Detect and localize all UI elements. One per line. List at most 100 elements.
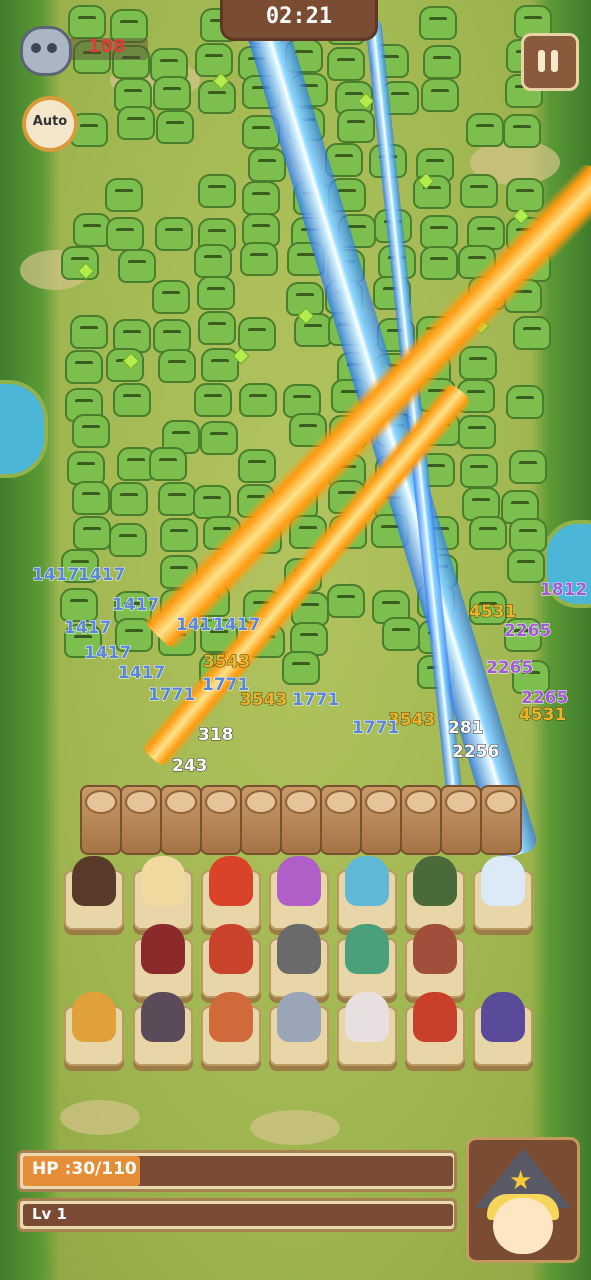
goblin-enemy [327, 47, 365, 81]
hero-unit [481, 856, 525, 906]
damage-number: 281 [448, 718, 484, 739]
goblin-enemy [200, 421, 238, 455]
goblin-enemy [507, 549, 545, 583]
goblin-enemy [198, 311, 236, 345]
damage-number: 1771 [147, 685, 196, 706]
hero-slot[interactable] [405, 992, 465, 1066]
goblin-enemy [201, 348, 239, 382]
skull-icon [20, 26, 72, 76]
damage-number: 1417 [212, 615, 261, 636]
damage-number: 1417 [63, 618, 112, 639]
log [320, 785, 362, 855]
hero-slot[interactable] [405, 856, 465, 930]
pause-icon [538, 50, 545, 72]
goblin-enemy [195, 43, 233, 77]
hero-slot[interactable] [337, 924, 397, 998]
xp-bar-track [23, 1204, 453, 1226]
hero-unit [209, 856, 253, 906]
goblin-enemy [193, 485, 231, 519]
goblin-enemy [506, 178, 544, 212]
goblin-enemy [153, 319, 191, 353]
goblin-enemy [503, 114, 541, 148]
goblin-enemy [67, 451, 105, 485]
hero-slot[interactable] [201, 924, 261, 998]
hero-unit [413, 992, 457, 1042]
log [280, 785, 322, 855]
goblin-enemy [458, 415, 496, 449]
hero-slot[interactable] [133, 992, 193, 1066]
hero-unit [141, 856, 185, 906]
log [200, 785, 242, 855]
goblin-enemy [109, 523, 147, 557]
pause-button[interactable] [521, 33, 579, 91]
log-barricade [80, 785, 522, 855]
goblin-enemy [106, 348, 144, 382]
goblin-enemy [327, 584, 365, 618]
goblin-enemy [110, 482, 148, 516]
goblin-enemy [506, 385, 544, 419]
goblin-enemy [117, 106, 155, 140]
goblin-enemy [382, 617, 420, 651]
auto-button[interactable]: Auto [22, 96, 78, 152]
damage-number: 2265 [520, 688, 569, 709]
goblin-enemy [155, 217, 193, 251]
damage-number: 1417 [111, 595, 160, 616]
log [400, 785, 442, 855]
hero-unit [345, 856, 389, 906]
goblin-enemy [282, 651, 320, 685]
goblin-enemy [469, 516, 507, 550]
dirt-patch [60, 1100, 140, 1135]
goblin-enemy [513, 316, 551, 350]
damage-number: 243 [172, 756, 208, 777]
damage-number: 1417 [117, 663, 166, 684]
damage-number: 1417 [77, 565, 126, 586]
goblin-enemy [149, 447, 187, 481]
damage-number: 1812 [539, 580, 588, 601]
hero-slot[interactable] [133, 856, 193, 930]
hero-slot[interactable] [64, 856, 124, 930]
level-bar: Lv 1 [17, 1198, 457, 1232]
goblin-enemy [70, 315, 108, 349]
goblin-enemy [238, 449, 276, 483]
hero-slot[interactable] [269, 924, 329, 998]
goblin-enemy [105, 178, 143, 212]
hero-unit [141, 924, 185, 974]
goblin-enemy [239, 383, 277, 417]
goblin-enemy [158, 482, 196, 516]
hero-slot[interactable] [405, 924, 465, 998]
dirt-patch [250, 1110, 340, 1145]
goblin-enemy [118, 249, 156, 283]
damage-number: 1417 [83, 643, 132, 664]
damage-number: 1771 [201, 675, 250, 696]
hero-slot[interactable] [337, 992, 397, 1066]
log [160, 785, 202, 855]
hero-unit [209, 924, 253, 974]
goblin-enemy [460, 174, 498, 208]
log [360, 785, 402, 855]
hero-slot[interactable] [473, 992, 533, 1066]
goblin-enemy [194, 383, 232, 417]
damage-number: 2256 [451, 742, 500, 763]
skull-eye [31, 43, 41, 53]
hero-slot[interactable] [201, 992, 261, 1066]
hero-slot[interactable] [337, 856, 397, 930]
hero-slot[interactable] [269, 992, 329, 1066]
goblin-enemy [423, 45, 461, 79]
hero-slot[interactable] [201, 856, 261, 930]
goblin-enemy [242, 181, 280, 215]
hero-slot[interactable] [473, 856, 533, 930]
goblin-enemy [238, 317, 276, 351]
hero-unit [345, 924, 389, 974]
goblin-enemy [248, 148, 286, 182]
level-label: Lv 1 [32, 1205, 67, 1223]
hero-unit [72, 856, 116, 906]
damage-number: 1771 [291, 690, 340, 711]
witch-portrait-icon[interactable]: ★ [466, 1137, 580, 1263]
hero-slot[interactable] [64, 992, 124, 1066]
hero-slot[interactable] [269, 856, 329, 930]
timer: 02:21 [265, 4, 333, 29]
goblin-enemy [158, 349, 196, 383]
goblin-enemy [106, 217, 144, 251]
hero-unit [481, 992, 525, 1042]
hero-slot[interactable] [133, 924, 193, 998]
